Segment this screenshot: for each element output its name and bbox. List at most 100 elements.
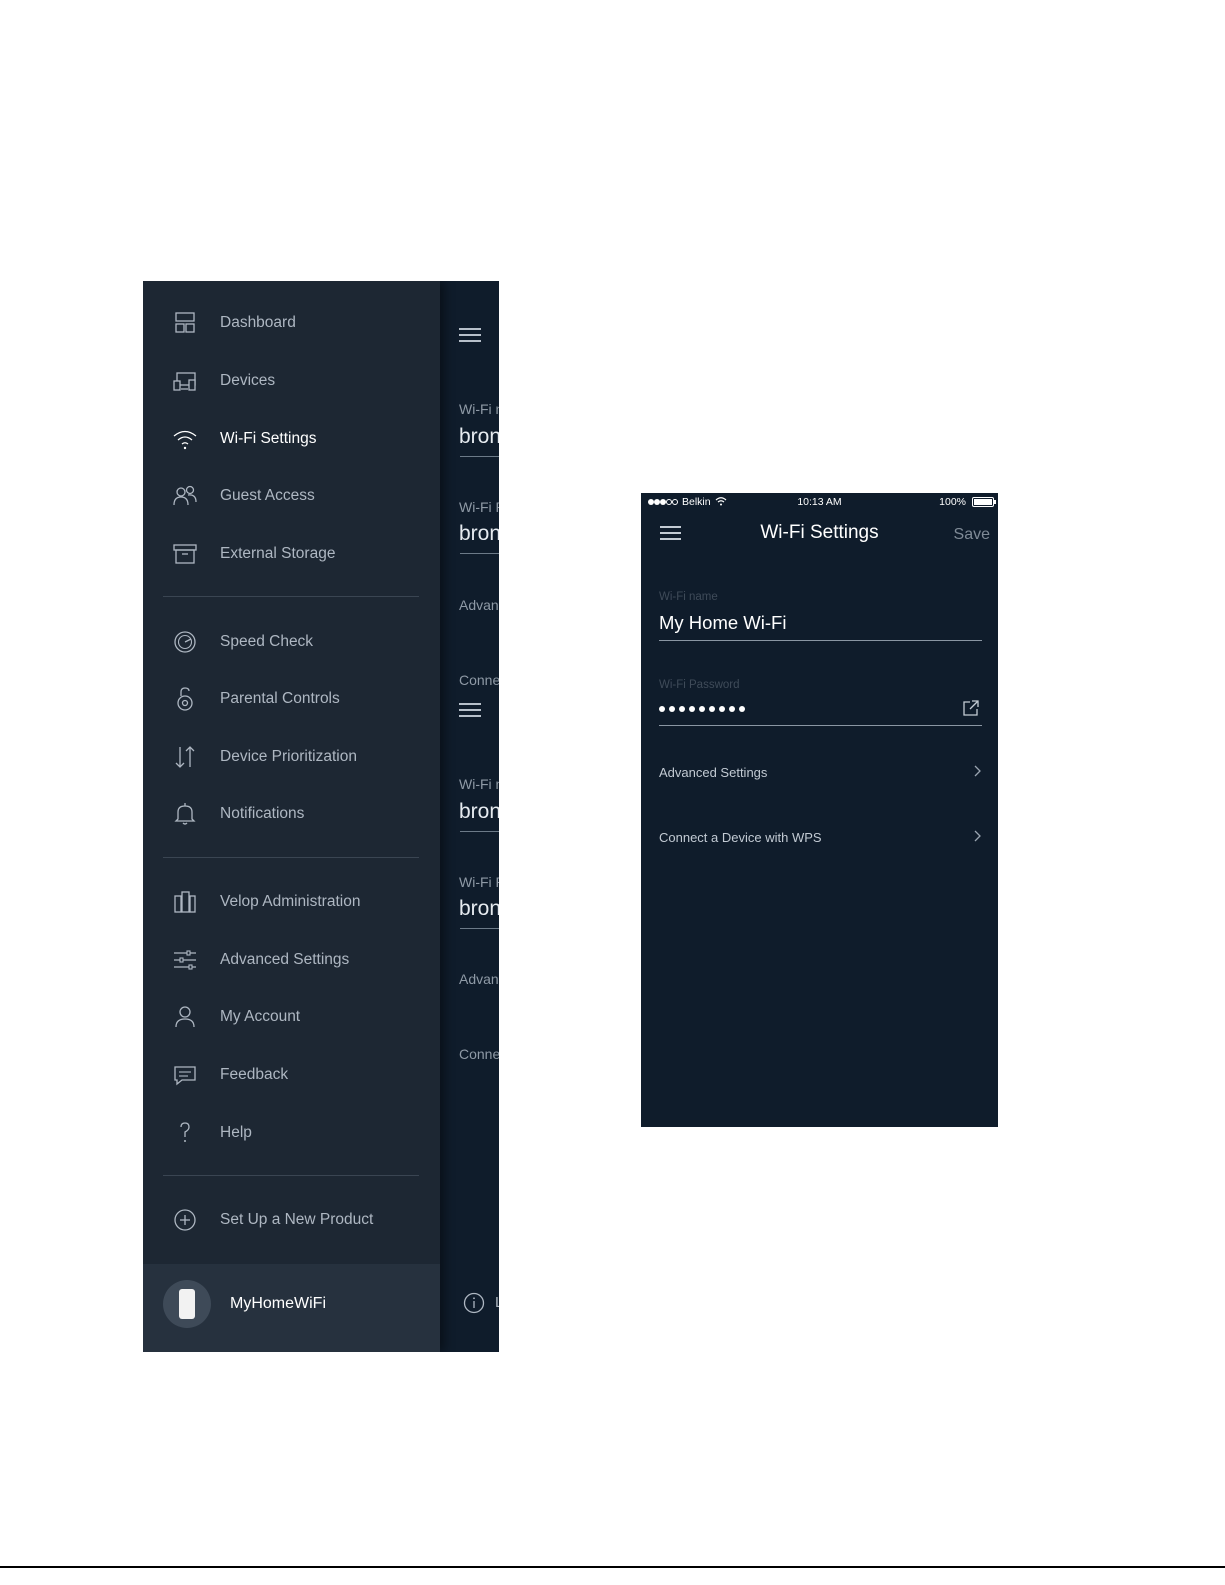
password-mask-dot <box>699 706 705 712</box>
dashboard-icon <box>171 309 199 337</box>
save-button[interactable]: Save <box>954 526 990 544</box>
menu-item-label: Set Up a New Product <box>220 1211 374 1228</box>
bg-field-underline <box>460 553 499 554</box>
menu-divider <box>163 857 419 858</box>
guest-icon <box>171 482 199 510</box>
row-label: Advanced Settings <box>659 765 768 780</box>
navigation-drawer: Dashboard Devices Wi-Fi Settings Guest A… <box>143 281 440 1352</box>
person-icon <box>171 1003 199 1031</box>
menu-item-feedback[interactable]: Feedback <box>143 1050 440 1100</box>
password-mask-dot <box>679 706 685 712</box>
wifi-password-underline <box>659 725 982 726</box>
password-mask-dot <box>719 706 725 712</box>
hamburger-icon[interactable] <box>459 328 481 342</box>
chat-bubble-icon <box>171 1061 199 1089</box>
question-icon <box>171 1119 199 1147</box>
menu-item-label: My Account <box>220 1008 301 1025</box>
nav-bar: Wi-Fi Settings Save <box>641 515 998 555</box>
avatar <box>163 1280 211 1328</box>
menu-item-guest-access[interactable]: Guest Access <box>143 471 440 521</box>
status-bar: Belkin 10:13 AM 100% <box>641 493 998 511</box>
bell-icon <box>171 800 199 828</box>
menu-item-label: Help <box>220 1124 252 1141</box>
menu-item-label: Devices <box>220 372 276 389</box>
row-label: Connect a Device with WPS <box>659 830 822 845</box>
battery-icon <box>972 497 996 507</box>
menu-item-label: Advanced Settings <box>220 951 350 968</box>
menu-item-set-up-new-product[interactable]: Set Up a New Product <box>143 1195 440 1245</box>
plus-circle-icon <box>171 1206 199 1234</box>
menu-item-my-account[interactable]: My Account <box>143 992 440 1042</box>
password-mask-dot <box>689 706 695 712</box>
menu-item-help[interactable]: Help <box>143 1108 440 1158</box>
menu-item-label: Velop Administration <box>220 893 361 910</box>
menu-item-label: Guest Access <box>220 487 315 504</box>
speedometer-icon <box>171 628 199 656</box>
password-mask-dot <box>709 706 715 712</box>
bg-field-underline <box>460 928 499 929</box>
menu-item-speed-check[interactable]: Speed Check <box>143 617 440 667</box>
battery-percent: 100% <box>939 496 966 508</box>
page-title: Wi-Fi Settings <box>760 522 879 543</box>
bg-field-value[interactable]: bron <box>459 425 499 449</box>
menu-item-label: Notifications <box>220 805 305 822</box>
menu-item-advanced-settings[interactable]: Advanced Settings <box>143 935 440 985</box>
menu-item-label: Device Prioritization <box>220 748 357 765</box>
wifi-name-underline <box>659 640 982 641</box>
menu-item-notifications[interactable]: Notifications <box>143 789 440 839</box>
chevron-right-icon <box>974 765 981 777</box>
password-mask-dot <box>729 706 735 712</box>
bg-row-label[interactable]: Conne <box>459 672 499 688</box>
menu-item-device-prioritization[interactable]: Device Prioritization <box>143 732 440 782</box>
priority-arrows-icon <box>171 743 199 771</box>
account-name: MyHomeWiFi <box>230 1295 326 1312</box>
bg-field-label: Wi-Fi P <box>459 874 499 890</box>
devices-icon <box>171 367 199 395</box>
bg-field-underline <box>460 456 499 457</box>
menu-item-external-storage[interactable]: External Storage <box>143 529 440 579</box>
menu-item-wifi-settings[interactable]: Wi-Fi Settings <box>143 414 440 464</box>
lock-icon <box>171 685 199 713</box>
info-icon[interactable] <box>463 1292 485 1314</box>
account-bar[interactable]: MyHomeWiFi <box>143 1264 440 1352</box>
menu-item-velop-administration[interactable]: Velop Administration <box>143 877 440 927</box>
advanced-settings-row[interactable]: Advanced Settings <box>659 762 982 786</box>
right-phone-screenshot: Belkin 10:13 AM 100% Wi-Fi Settings Save… <box>641 493 998 1127</box>
menu-divider <box>163 596 419 597</box>
password-mask-dot <box>669 706 675 712</box>
wifi-name-label: Wi-Fi name <box>659 591 718 603</box>
menu-divider <box>163 1175 419 1176</box>
bg-row-label[interactable]: Advan <box>459 597 499 613</box>
password-mask-dot <box>739 706 745 712</box>
password-mask-dot <box>659 706 665 712</box>
menu-item-label: Parental Controls <box>220 690 340 707</box>
connect-wps-row[interactable]: Connect a Device with WPS <box>659 827 982 851</box>
velop-node-icon <box>179 1289 195 1319</box>
wifi-password-label: Wi-Fi Password <box>659 679 740 691</box>
menu-item-label: External Storage <box>220 545 336 562</box>
wifi-name-field[interactable]: My Home Wi-Fi <box>659 612 786 634</box>
menu-item-dashboard[interactable]: Dashboard <box>143 298 440 348</box>
sliders-icon <box>171 946 199 974</box>
bg-row-label[interactable]: Conne <box>459 1046 499 1062</box>
page-bottom-rule <box>0 1566 1225 1568</box>
chevron-right-icon <box>974 830 981 842</box>
menu-item-label: Feedback <box>220 1066 289 1083</box>
bg-field-label: Wi-Fi n <box>459 401 499 417</box>
menu-item-label: Speed Check <box>220 633 314 650</box>
bg-row-label[interactable]: Advan <box>459 971 499 987</box>
wifi-password-field[interactable] <box>659 706 745 712</box>
menu-item-parental-controls[interactable]: Parental Controls <box>143 674 440 724</box>
bg-field-value[interactable]: bron <box>459 800 499 824</box>
share-external-icon[interactable] <box>962 699 980 717</box>
menu-item-label: Dashboard <box>220 314 296 331</box>
bg-field-label: Wi-Fi P <box>459 499 499 515</box>
menu-item-devices[interactable]: Devices <box>143 356 440 406</box>
bg-field-value[interactable]: bron <box>459 897 499 921</box>
bg-field-underline <box>460 831 499 832</box>
menu-item-label: Wi-Fi Settings <box>220 430 317 447</box>
bg-field-label: Wi-Fi n <box>459 776 499 792</box>
hamburger-icon[interactable] <box>459 703 481 717</box>
bg-field-value[interactable]: bron <box>459 522 499 546</box>
left-phone-screenshot: Wi-Fi n bron Wi-Fi P bron Advan Conne Wi… <box>143 281 499 1352</box>
